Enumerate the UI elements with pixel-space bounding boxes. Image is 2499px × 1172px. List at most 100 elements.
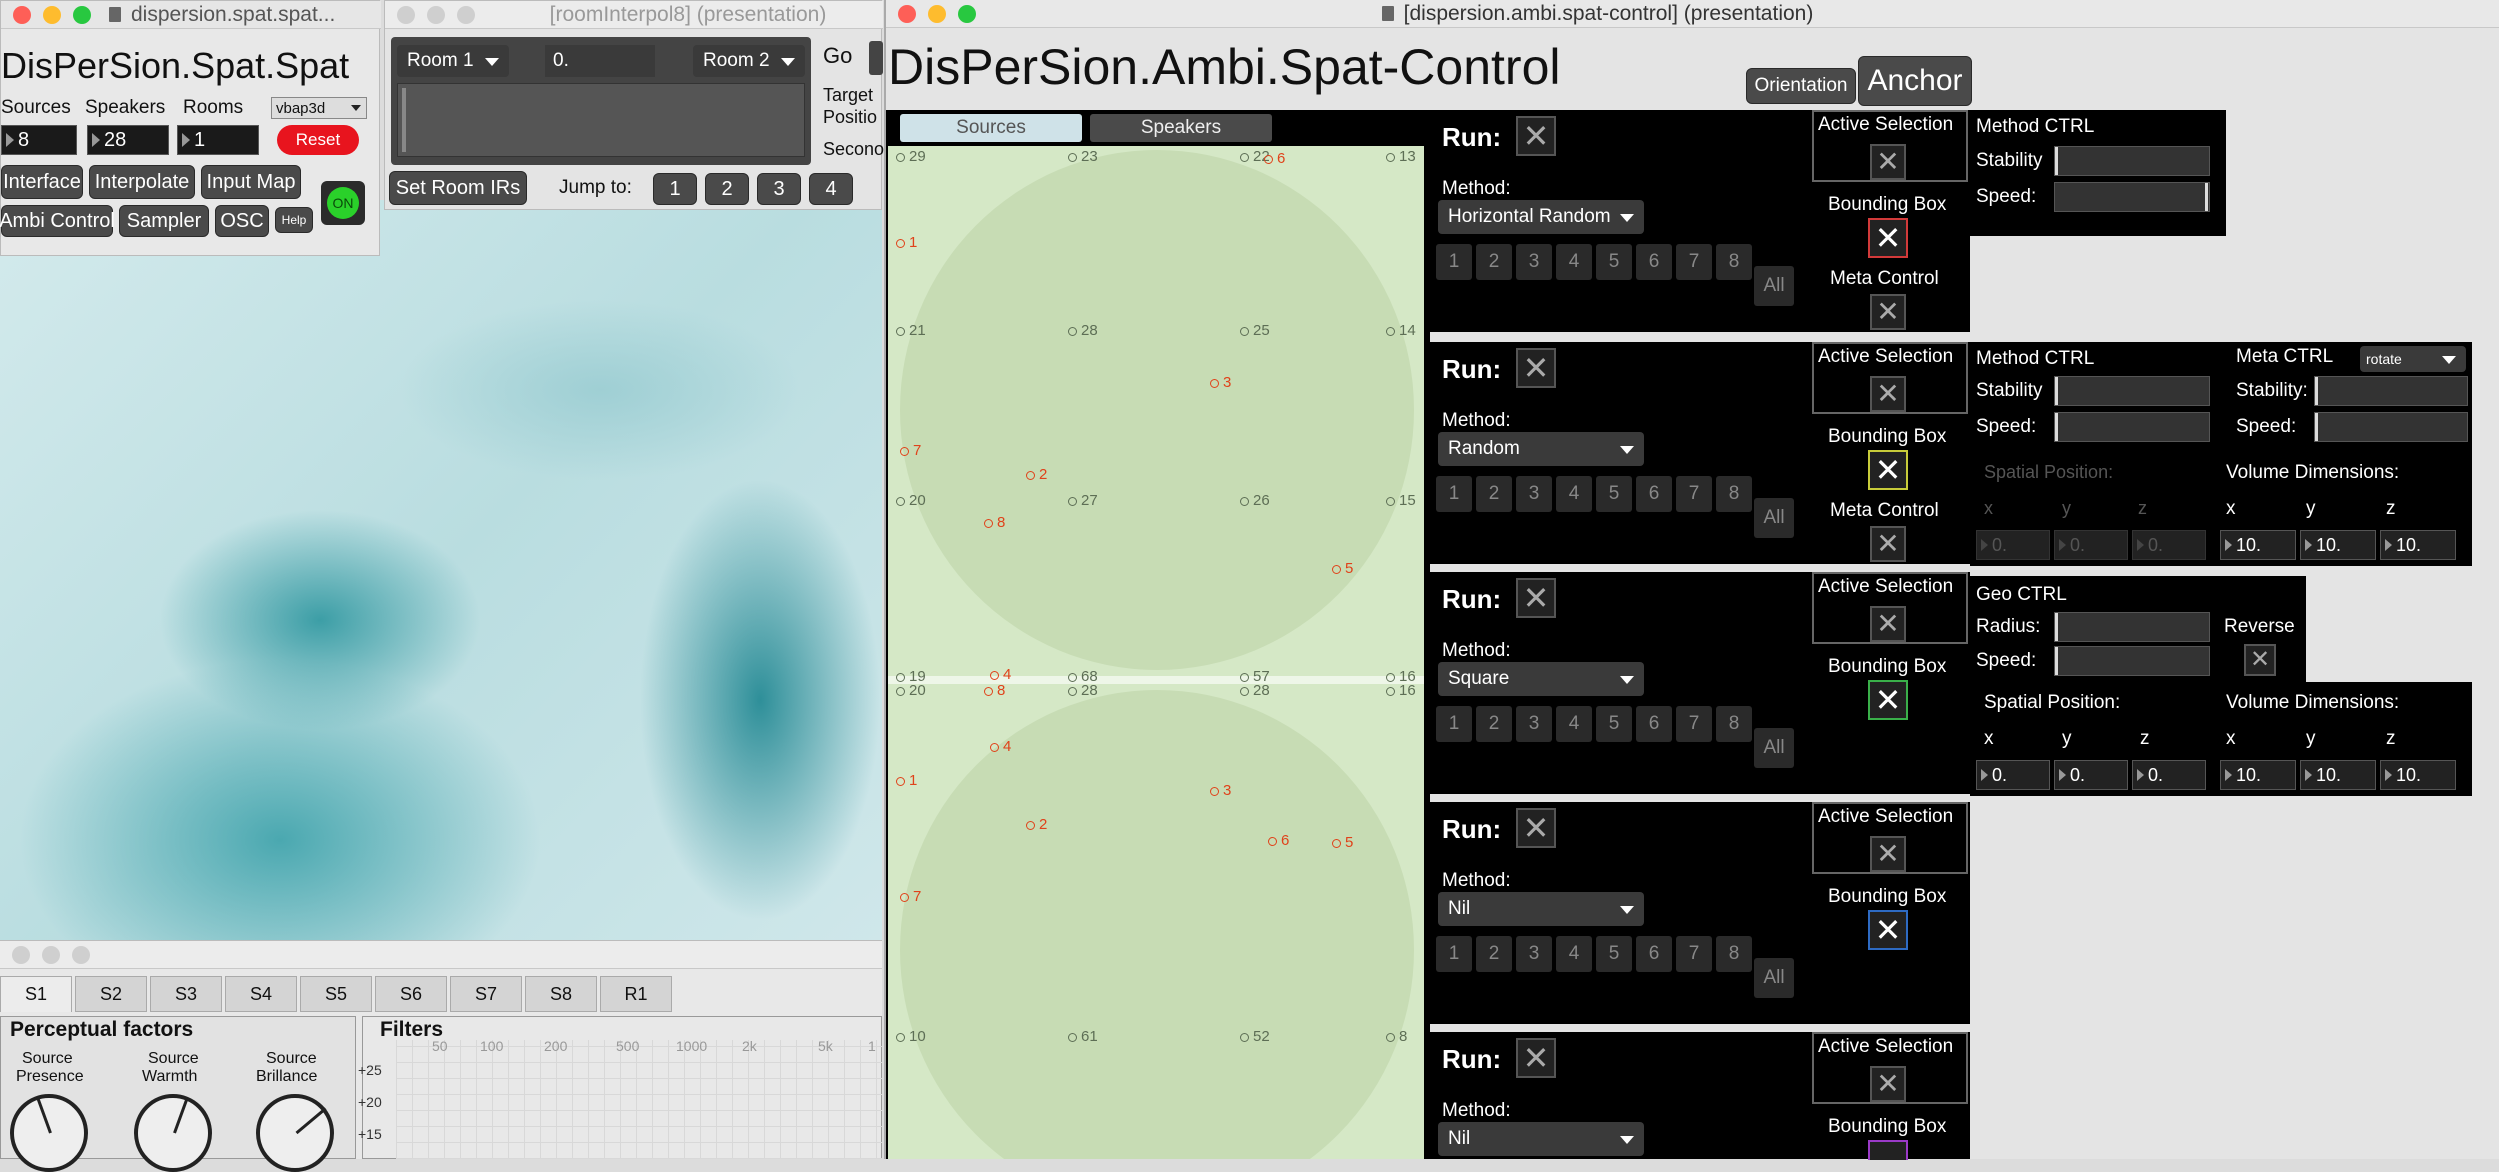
speaker-marker[interactable]: 61 (1068, 1028, 1098, 1045)
rooms-number[interactable]: 1 (177, 125, 259, 155)
interpolate-button[interactable]: Interpolate (89, 165, 195, 199)
zoom-button[interactable] (72, 945, 90, 964)
source-marker[interactable]: 1 (896, 234, 917, 251)
source-marker[interactable]: 3 (1210, 782, 1231, 799)
sources-tab[interactable]: Sources (900, 114, 1082, 142)
filter-graph[interactable] (396, 1040, 882, 1159)
dim-x-number[interactable]: 10. (2220, 760, 2296, 790)
go-label[interactable]: Go (823, 43, 852, 69)
source-marker[interactable]: 6 (1268, 832, 1289, 849)
help-button[interactable]: Help (275, 207, 313, 233)
channel-4-button[interactable]: 4 (1556, 706, 1592, 742)
channel-7-button[interactable]: 7 (1676, 476, 1712, 512)
interface-button[interactable]: Interface (1, 165, 83, 199)
method-menu[interactable]: Nil (1438, 1122, 1644, 1156)
anchor-button[interactable]: Anchor (1858, 56, 1972, 106)
source-marker[interactable]: 4 (990, 738, 1011, 755)
active-selection-toggle[interactable]: ✕ (1870, 1066, 1906, 1102)
speaker-marker[interactable]: 25 (1240, 322, 1270, 339)
on-toggle[interactable]: ON (321, 181, 365, 225)
reset-button[interactable]: Reset (277, 125, 359, 155)
channel-3-button[interactable]: 3 (1516, 706, 1552, 742)
speed-slider[interactable] (2054, 412, 2210, 442)
speaker-marker[interactable]: 21 (896, 322, 926, 339)
speaker-marker[interactable]: 20 (896, 682, 926, 699)
dim-z-number[interactable]: 10. (2380, 760, 2456, 790)
method-menu[interactable]: Nil (1438, 892, 1644, 926)
source-marker[interactable]: 6 (1264, 150, 1285, 167)
channel-6-button[interactable]: 6 (1636, 936, 1672, 972)
dim-y-number[interactable]: 10. (2300, 530, 2376, 560)
pos-z-number[interactable]: 0. (2132, 760, 2206, 790)
speaker-marker[interactable]: 8 (1386, 1028, 1407, 1045)
stability-slider[interactable] (2054, 146, 2210, 176)
channel-5-button[interactable]: 5 (1596, 476, 1632, 512)
run-toggle[interactable]: ✕ (1516, 116, 1556, 156)
bounding-box-toggle[interactable] (1868, 1140, 1908, 1160)
tab-s8[interactable]: S8 (525, 976, 597, 1012)
source-marker[interactable]: 8 (984, 682, 1005, 699)
dim-z-number[interactable]: 10. (2380, 530, 2456, 560)
input-map-button[interactable]: Input Map (201, 165, 301, 199)
close-button[interactable] (12, 945, 30, 964)
bounding-box-toggle[interactable]: ✕ (1868, 910, 1908, 950)
channel-1-button[interactable]: 1 (1436, 244, 1472, 280)
bounding-box-toggle[interactable]: ✕ (1868, 218, 1908, 258)
meta-control-toggle[interactable]: ✕ (1870, 294, 1906, 330)
room2-menu[interactable]: Room 2 (693, 45, 805, 77)
channel-1-button[interactable]: 1 (1436, 706, 1472, 742)
speakers-tab[interactable]: Speakers (1090, 114, 1272, 142)
jump-4-button[interactable]: 4 (809, 173, 853, 205)
channel-8-button[interactable]: 8 (1716, 706, 1752, 742)
sampler-button[interactable]: Sampler (119, 205, 209, 237)
speaker-marker[interactable]: 10 (896, 1028, 926, 1045)
source-marker[interactable]: 1 (896, 772, 917, 789)
ambi-control-button[interactable]: Ambi Control (0, 205, 115, 237)
run-toggle[interactable]: ✕ (1516, 578, 1556, 618)
meta-stability-slider[interactable] (2314, 376, 2468, 406)
stability-slider[interactable] (2054, 376, 2210, 406)
speaker-marker[interactable]: 29 (896, 148, 926, 165)
source-marker[interactable]: 2 (1026, 816, 1047, 833)
channel-8-button[interactable]: 8 (1716, 936, 1752, 972)
presence-knob[interactable] (10, 1094, 88, 1172)
source-marker[interactable]: 4 (990, 666, 1011, 683)
tab-s3[interactable]: S3 (150, 976, 222, 1012)
pos-x-number[interactable]: 0. (1976, 760, 2050, 790)
speaker-marker[interactable]: 23 (1068, 148, 1098, 165)
osc-button[interactable]: OSC (215, 205, 269, 237)
tab-s5[interactable]: S5 (300, 976, 372, 1012)
source-marker[interactable]: 2 (1026, 466, 1047, 483)
interp-slider[interactable] (397, 83, 805, 157)
channel-6-button[interactable]: 6 (1636, 706, 1672, 742)
channel-3-button[interactable]: 3 (1516, 476, 1552, 512)
speaker-marker[interactable]: 52 (1240, 1028, 1270, 1045)
bottom-view[interactable] (888, 684, 1424, 1159)
jump-1-button[interactable]: 1 (653, 173, 697, 205)
channel-2-button[interactable]: 2 (1476, 706, 1512, 742)
source-marker[interactable]: 5 (1332, 834, 1353, 851)
run-toggle[interactable]: ✕ (1516, 348, 1556, 388)
jump-2-button[interactable]: 2 (705, 173, 749, 205)
channel-2-button[interactable]: 2 (1476, 476, 1512, 512)
bounding-box-toggle[interactable]: ✕ (1868, 680, 1908, 720)
room1-menu[interactable]: Room 1 (397, 45, 509, 77)
tab-s1[interactable]: S1 (0, 976, 72, 1012)
orientation-button[interactable]: Orientation (1746, 68, 1856, 104)
reverse-toggle[interactable]: ✕ (2244, 644, 2276, 676)
source-marker[interactable]: 7 (900, 442, 921, 459)
channel-8-button[interactable]: 8 (1716, 476, 1752, 512)
speaker-marker[interactable]: 28 (1240, 682, 1270, 699)
dim-y-number[interactable]: 10. (2300, 760, 2376, 790)
meta-mode-menu[interactable]: rotate (2360, 346, 2466, 372)
zoom-button[interactable] (457, 5, 475, 24)
channel-4-button[interactable]: 4 (1556, 244, 1592, 280)
active-selection-toggle[interactable]: ✕ (1870, 144, 1906, 180)
channel-7-button[interactable]: 7 (1676, 244, 1712, 280)
sources-number[interactable]: 8 (1, 125, 77, 155)
channel-8-button[interactable]: 8 (1716, 244, 1752, 280)
source-marker[interactable]: 5 (1332, 560, 1353, 577)
speaker-marker[interactable]: 20 (896, 492, 926, 509)
all-button[interactable]: All (1754, 498, 1794, 538)
source-marker[interactable]: 3 (1210, 374, 1231, 391)
